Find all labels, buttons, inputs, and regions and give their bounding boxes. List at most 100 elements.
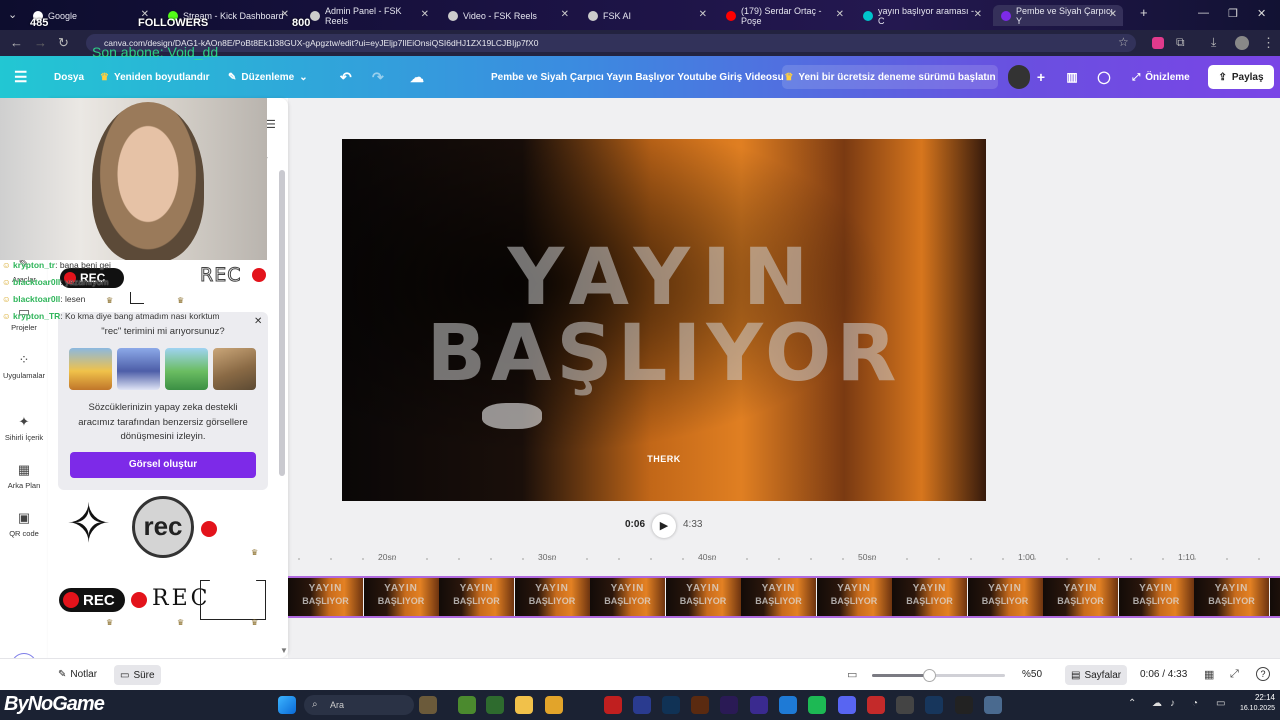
roblox-icon[interactable] [604,696,622,714]
edit-mode-button[interactable]: ✎ Düzenleme ⌄ [228,56,308,98]
new-tab-button[interactable]: + [1140,5,1148,20]
close-window-icon[interactable]: ✕ [1257,7,1266,20]
wifi-icon[interactable]: ◔ [1192,698,1198,709]
download-icon[interactable]: ⤓ [1211,35,1216,50]
chrome-icon[interactable] [545,696,563,714]
tab-close-icon[interactable]: ✕ [836,9,844,20]
vscode-icon[interactable] [779,696,797,714]
speaker-icon[interactable]: ♪ [1170,698,1175,709]
tab-close-icon[interactable]: ✕ [974,9,982,20]
analytics-icon[interactable]: ▥ [1062,65,1082,89]
red-dot-sticker[interactable] [131,592,147,608]
fullscreen-icon[interactable]: ⤢ [1230,668,1239,681]
browser-tab[interactable]: yayın başlıyor araması - C ✕ [855,5,988,26]
chevron-up-icon[interactable]: ⌃ [1128,698,1136,709]
add-collaborator-icon[interactable]: + [1033,65,1049,89]
browser-tab[interactable]: (179) Serdar Ortaç - Poşe ✕ [718,5,850,26]
expand-icon: ⤢ [1132,71,1141,83]
taskbar-search[interactable]: ⌕ Ara [304,695,414,715]
tab-close-icon[interactable]: ✕ [1109,9,1117,20]
resize-button[interactable]: ♛ Yeniden boyutlandır [100,56,210,98]
photoshop-icon[interactable] [662,696,680,714]
opera-icon[interactable] [867,696,885,714]
battery-icon[interactable]: ▭ [1216,698,1225,709]
zoom-slider[interactable] [872,669,1005,682]
file-explorer-icon[interactable] [515,696,533,714]
tab-close-icon[interactable]: ✕ [281,9,289,20]
preview-button[interactable]: ⤢ Önizleme [1124,65,1198,89]
tab-close-icon[interactable]: ✕ [561,9,569,20]
comment-icon[interactable]: ◯ [1094,65,1114,89]
trial-label: Yeni bir ücretsiz deneme sürümü başlatın [798,71,996,83]
panel-more-icon[interactable]: ☰ [266,118,276,131]
rail-item[interactable]: ⁘ Uygulamalar [0,352,48,380]
zoom-percentage[interactable]: %50 [1022,669,1042,680]
reload-icon[interactable]: ↻ [58,35,69,51]
tab-close-icon[interactable]: ✕ [421,9,429,20]
slide-title-line2[interactable]: BAŞLIYOR [342,309,986,399]
terminal-icon[interactable] [486,696,504,714]
back-icon[interactable]: ← [10,35,23,50]
rail-item[interactable]: ▣ QR code [0,510,48,538]
duration-button[interactable]: ▭ Süre [114,665,161,685]
epic-games-icon[interactable] [955,696,973,714]
red-dot-sticker[interactable] [201,521,217,537]
steam-icon[interactable] [925,696,943,714]
browser-tab[interactable]: Admin Panel - FSK Reels ✕ [302,5,435,26]
profile-avatar[interactable] [1235,36,1249,50]
windows-start-icon[interactable] [278,696,296,714]
discord-icon[interactable] [838,696,856,714]
extensions-puzzle-icon[interactable]: ⧉ [1176,35,1185,50]
undo-icon[interactable]: ↶ [340,56,352,98]
rec-circle-sticker[interactable]: rec [132,496,194,558]
extension-icon[interactable] [1152,37,1164,49]
tab-close-icon[interactable]: ✕ [699,9,707,20]
file-menu-button[interactable]: Dosya [54,56,84,98]
trial-button[interactable]: ♛ Yeni bir ücretsiz deneme sürümü başlat… [782,65,998,89]
rail-item[interactable]: ✦ Sihirli İçerik [0,414,48,442]
browser-menu-icon[interactable]: ⋮ [1262,35,1275,51]
url-field[interactable]: canva.com/design/DAG1-kAOn8E/PoBt8Ek1i38… [86,34,1136,52]
sparkle-sticker[interactable]: ✧ [66,492,111,556]
rail-item[interactable]: ▦ Arka Plan [0,462,48,490]
after-effects-icon[interactable] [750,696,768,714]
redo-icon[interactable]: ↷ [372,56,384,98]
scroll-down-icon[interactable]: ▼ [280,646,288,655]
browser-tab[interactable]: FSK AI ✕ [580,5,713,26]
browser-tab[interactable]: Video - FSK Reels ✕ [440,5,575,26]
illustrator-icon[interactable] [691,696,709,714]
maximize-icon[interactable]: ❐ [1228,7,1238,20]
viewfinder-frame-sticker[interactable] [200,580,266,620]
design-slide[interactable]: YAYIN BAŞLIYOR THERK [342,139,986,501]
network-icon[interactable]: ☁ [1152,698,1162,709]
timeline-track[interactable]: YAYIN BAŞLIYOR YAYIN BAŞLIYOR YAYIN BAŞLIYOR Y… [288,576,1280,618]
pages-button[interactable]: ▤ Sayfalar [1065,665,1128,685]
fit-page-icon[interactable]: ▭ [847,668,857,681]
photoshop-icon[interactable] [633,696,651,714]
zoom-slider-knob[interactable] [923,669,937,682]
help-icon[interactable]: ? [1256,667,1270,681]
share-button[interactable]: ⇪ Paylaş [1208,65,1274,89]
rec-pill-sticker[interactable]: REC [59,588,125,612]
cloud-sync-icon[interactable]: ☁ [410,56,424,98]
settings-icon[interactable] [984,696,1002,714]
collaborator-avatar[interactable] [1008,65,1030,89]
generate-image-button[interactable]: Görsel oluştur [70,452,256,478]
browser-tab[interactable]: Pembe ve Siyah Çarpıcı Y ✕ [993,5,1123,26]
grid-view-icon[interactable]: ▦ [1204,668,1214,681]
notes-button[interactable]: ✎ Notlar [58,669,97,680]
slide-footer-text[interactable]: THERK [342,454,986,464]
nature-app-icon[interactable] [419,696,437,714]
git-icon[interactable] [896,696,914,714]
hamburger-menu-icon[interactable]: ☰ [14,56,27,98]
play-button[interactable]: ▶ [652,514,676,538]
panel-scrollbar[interactable] [279,170,285,476]
minimize-icon[interactable]: — [1198,7,1209,19]
forward-icon[interactable]: → [34,35,47,50]
spotify-icon[interactable] [808,696,826,714]
bookmark-star-icon[interactable]: ☆ [1118,35,1129,49]
minecraft-icon[interactable] [458,696,476,714]
premiere-icon[interactable] [720,696,738,714]
tab-search-icon[interactable]: ⌄ [8,8,17,21]
design-title[interactable]: Pembe ve Siyah Çarpıcı Yayın Başlıyor Yo… [491,56,784,98]
